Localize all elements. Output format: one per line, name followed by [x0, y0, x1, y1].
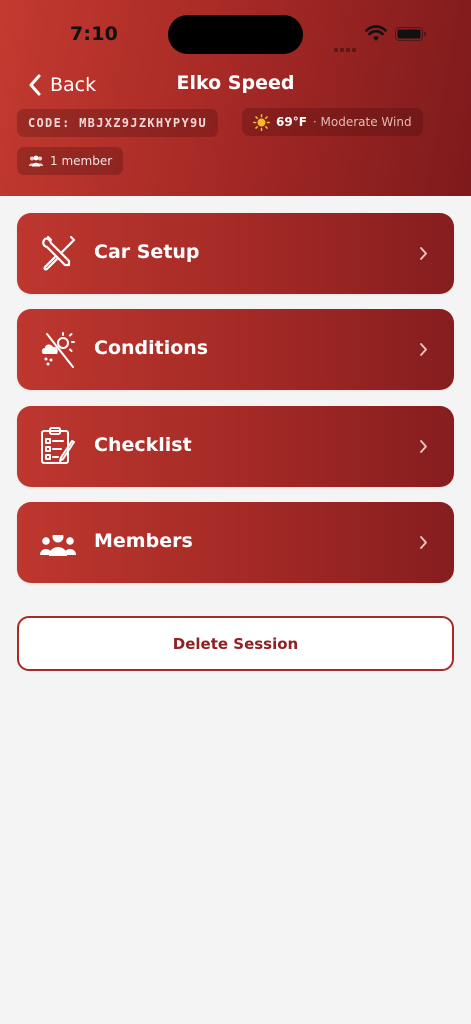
status-bar: 7:10 [0, 0, 471, 64]
members-icon [29, 155, 43, 167]
wrench-screwdriver-icon [42, 235, 76, 271]
clipboard-checklist-icon [41, 427, 75, 464]
wind-text: · Moderate Wind [312, 115, 412, 129]
dynamic-island [168, 15, 303, 54]
session-code-badge[interactable]: CODE: MBJXZ9JZKHYPY9U [17, 109, 219, 137]
weather-icon [41, 332, 75, 368]
chevron-right-icon [420, 536, 427, 549]
sun-icon [253, 113, 270, 131]
weather-badge: 69°F · Moderate Wind [242, 108, 423, 136]
session-header: 7:10 Back Elko Speed CODE: MBJXZ9JZKHYPY… [0, 0, 471, 196]
page-title: Elko Speed [176, 72, 295, 94]
wifi-icon [365, 25, 387, 41]
cellular-signal-icon [334, 37, 358, 56]
menu-item-label: Car Setup [94, 241, 200, 263]
chevron-right-icon [420, 247, 427, 260]
temperature-text: 69°F [276, 115, 307, 129]
menu-item-members[interactable]: Members [17, 502, 454, 583]
navigation-bar: Back Elko Speed [0, 64, 471, 104]
chevron-right-icon [420, 343, 427, 356]
members-count-badge: 1 member [17, 147, 124, 175]
menu-item-car-setup[interactable]: Car Setup [17, 213, 454, 294]
chevron-right-icon [420, 440, 427, 453]
menu-item-label: Members [94, 530, 193, 552]
menu-item-conditions[interactable]: Conditions [17, 309, 454, 390]
menu-item-label: Conditions [94, 337, 209, 359]
delete-session-button[interactable]: Delete Session [17, 616, 454, 671]
session-code-text: CODE: MBJXZ9JZKHYPY9U [28, 116, 208, 130]
menu-item-label: Checklist [94, 434, 192, 456]
people-group-icon [40, 531, 76, 556]
menu-item-checklist[interactable]: Checklist [17, 406, 454, 487]
status-time: 7:10 [70, 23, 119, 45]
battery-icon [395, 27, 426, 41]
members-count-text: 1 member [50, 154, 113, 168]
delete-session-label: Delete Session [172, 634, 299, 653]
